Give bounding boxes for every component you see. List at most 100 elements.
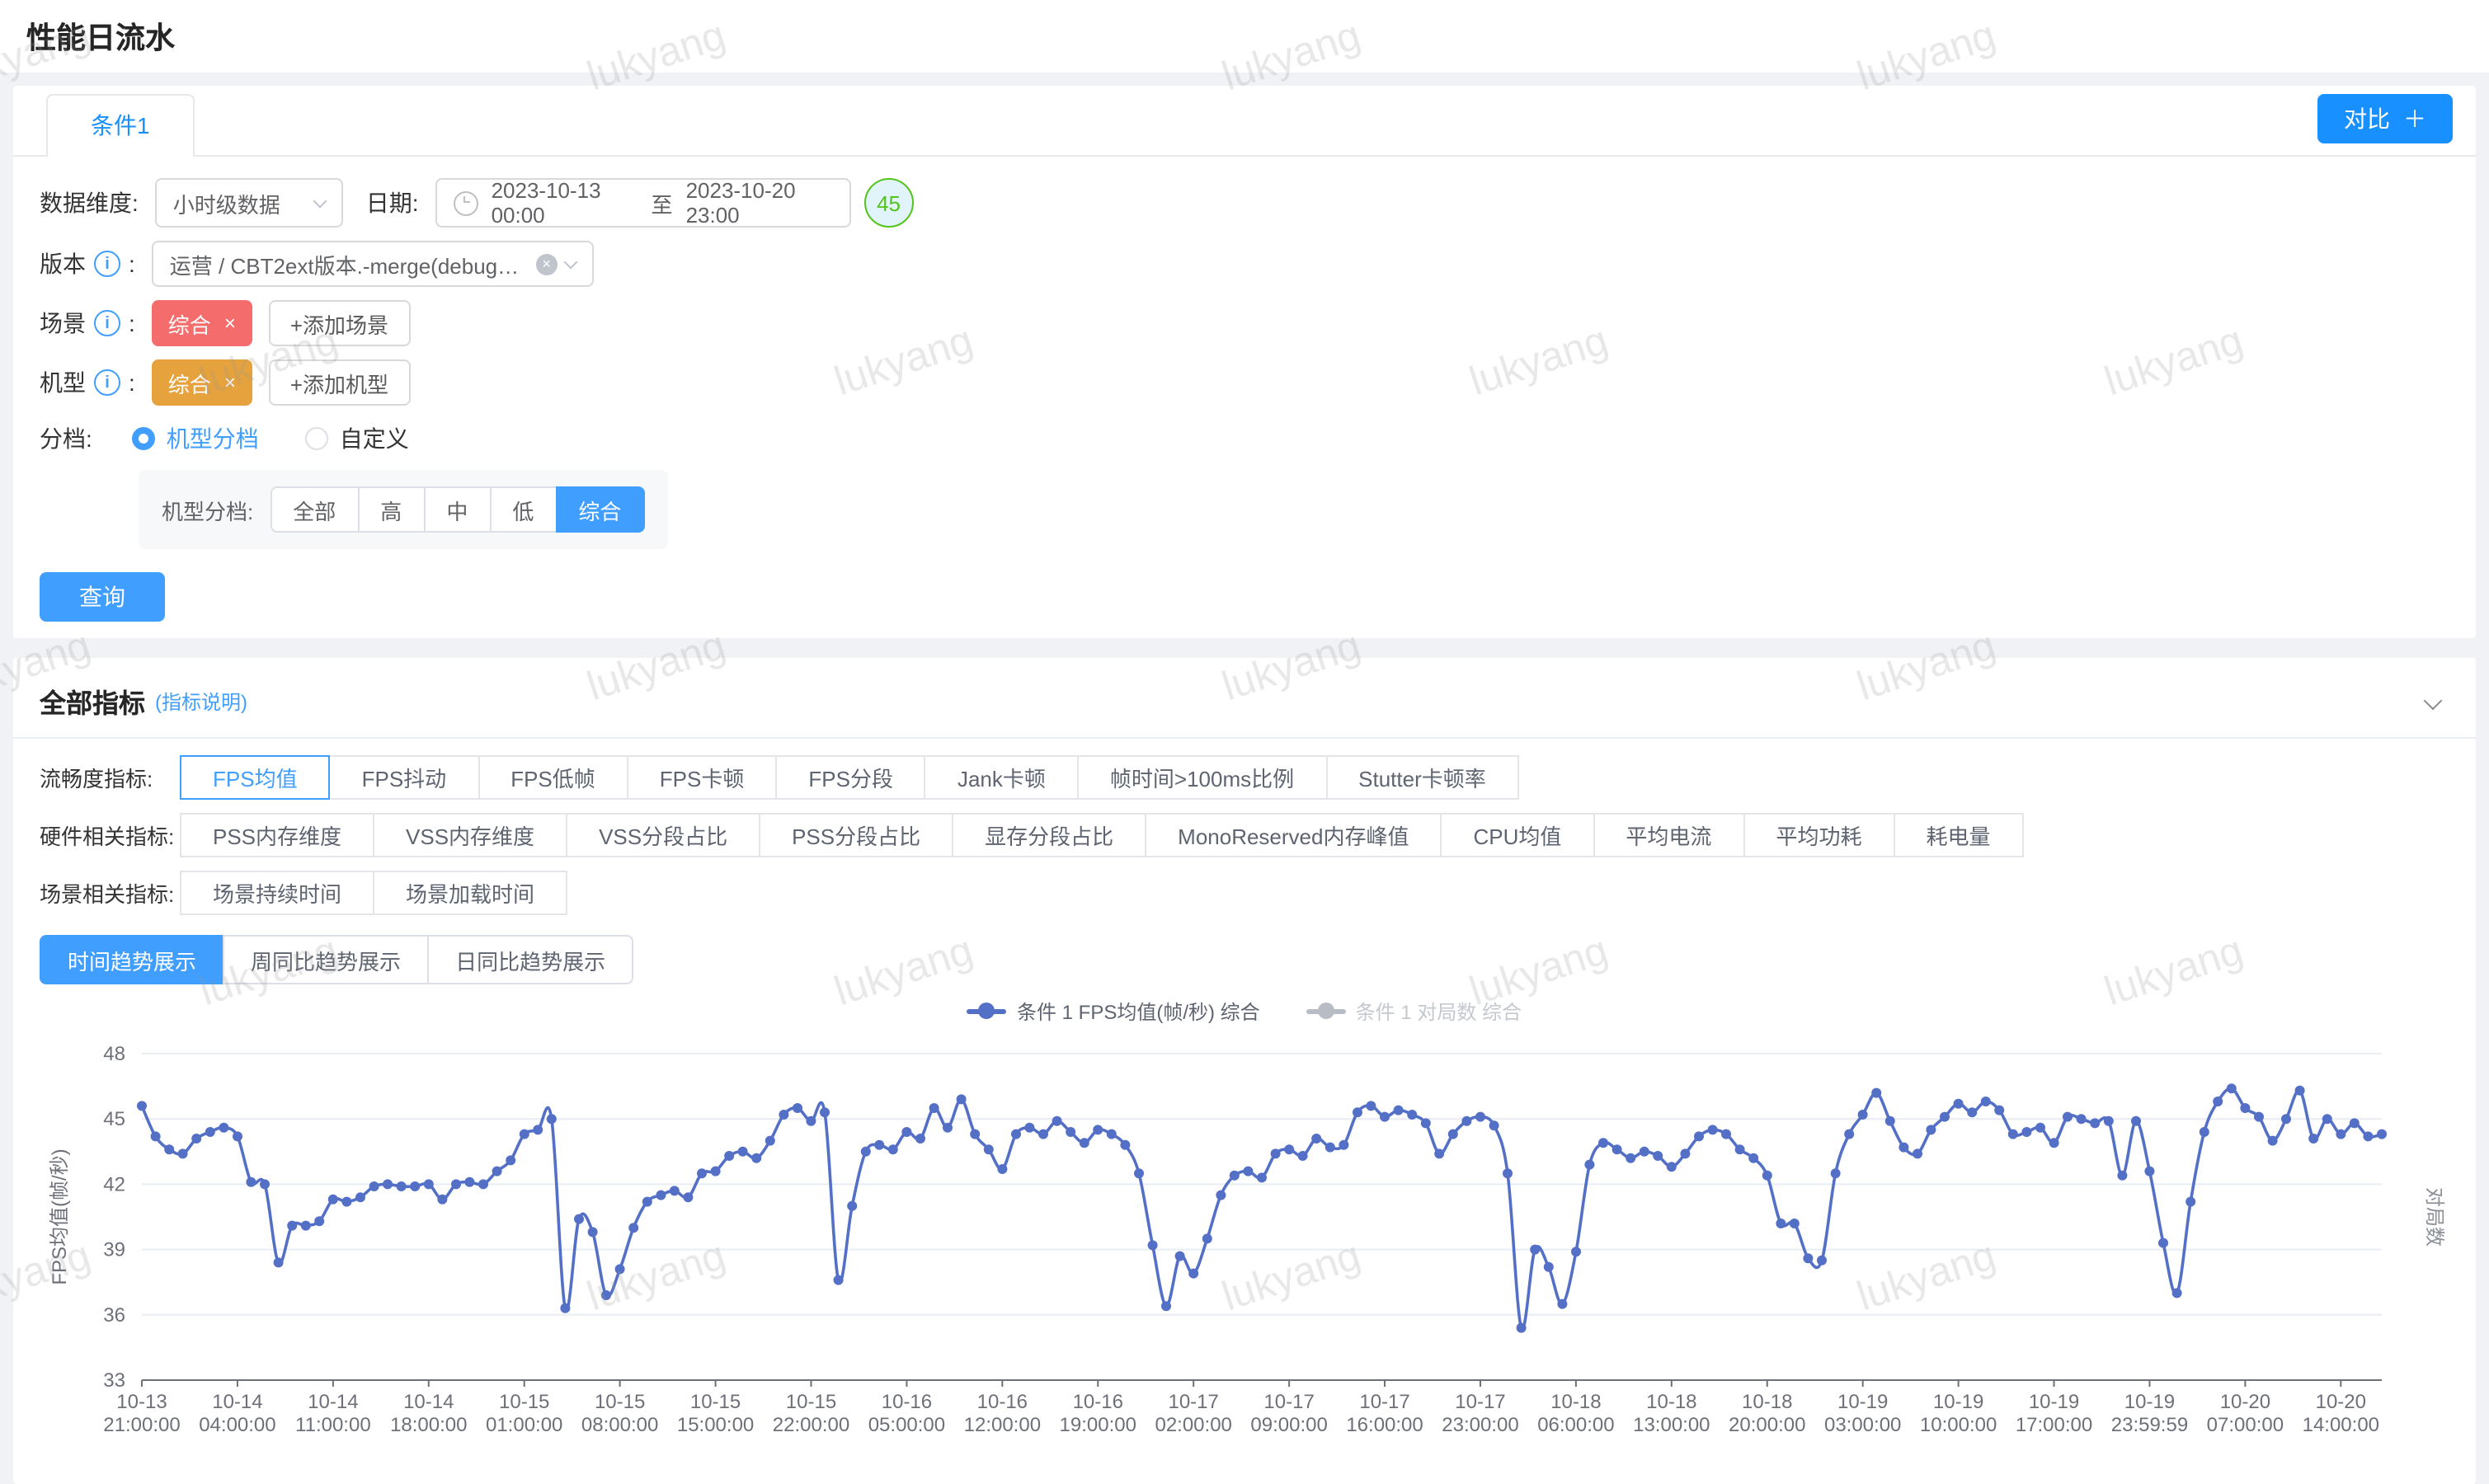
metric-row: 流畅度指标:FPS均值FPS抖动FPS低帧FPS卡顿FPS分段Jank卡顿帧时间… [40, 755, 2449, 800]
scene-tag-label: 综合 [168, 308, 211, 339]
page-title: 性能日流水 [26, 15, 175, 58]
query-button[interactable]: 查询 [40, 572, 165, 622]
metric-button[interactable]: VSS内存维度 [373, 813, 567, 857]
radio-tier-model[interactable]: 机型分档 [132, 422, 259, 455]
metric-button[interactable]: PSS内存维度 [180, 813, 374, 857]
y-axis-title-right: 对局数 [2423, 1187, 2445, 1247]
metric-button[interactable]: MonoReserved内存峰值 [1145, 813, 1442, 857]
plus-icon: ＋ [2403, 102, 2426, 135]
radio-tier-custom-label: 自定义 [340, 422, 409, 455]
condition-form: 数据维度: 小时级数据 日期: 2023-10-13 00:00 至 2023-… [13, 157, 2476, 622]
tab-condition-1[interactable]: 条件1 [46, 94, 195, 157]
metric-button[interactable]: 平均电流 [1593, 813, 1744, 857]
svg-text:48: 48 [103, 1043, 125, 1065]
metric-button[interactable]: Stutter卡顿率 [1325, 755, 1519, 800]
view-tab[interactable]: 时间趋势展示 [40, 935, 224, 984]
device-label-wrap: 机型 i : [40, 366, 135, 399]
metric-button[interactable]: PSS分段占比 [759, 813, 953, 857]
date-label: 日期: [366, 186, 419, 219]
svg-text:45: 45 [103, 1108, 125, 1130]
svg-text:10-1702:00:00: 10-1702:00:00 [1155, 1391, 1231, 1436]
tier-button-中[interactable]: 中 [423, 486, 491, 533]
metric-button[interactable]: Jank卡顿 [925, 755, 1079, 800]
y-axis-title-left: FPS均值(帧/秒) [49, 1148, 71, 1284]
view-tab[interactable]: 周同比趋势展示 [223, 935, 429, 984]
tier-button-低[interactable]: 低 [489, 486, 557, 533]
metric-button-group: FPS均值FPS抖动FPS低帧FPS卡顿FPS分段Jank卡顿帧时间>100ms… [181, 755, 1519, 800]
svg-text:10-1820:00:00: 10-1820:00:00 [1729, 1391, 1805, 1436]
svg-text:10-2007:00:00: 10-2007:00:00 [2207, 1391, 2284, 1436]
svg-text:10-1709:00:00: 10-1709:00:00 [1250, 1391, 1327, 1436]
svg-text:10-1522:00:00: 10-1522:00:00 [773, 1391, 849, 1436]
add-scene-button[interactable]: +添加场景 [269, 300, 410, 346]
svg-text:10-2014:00:00: 10-2014:00:00 [2303, 1391, 2379, 1436]
device-tag[interactable]: 综合 × [152, 359, 252, 406]
metric-button[interactable]: 耗电量 [1893, 813, 2023, 857]
dimension-value: 小时级数据 [173, 187, 280, 218]
fps-trend-chart[interactable]: 33363942454810-1321:00:0010-1404:00:0010… [40, 1031, 2449, 1471]
info-icon[interactable]: i [94, 251, 120, 277]
metric-button-group: 场景持续时间场景加载时间 [181, 871, 567, 915]
chevron-down-icon [563, 255, 577, 269]
compare-button[interactable]: 对比 ＋ [2317, 94, 2453, 143]
metric-button[interactable]: FPS卡顿 [627, 755, 778, 800]
metric-row: 场景相关指标:场景持续时间场景加载时间 [40, 871, 2449, 915]
scene-row: 场景 i : 综合 × +添加场景 [40, 298, 2449, 348]
clear-icon[interactable]: × [536, 253, 558, 275]
device-row: 机型 i : 综合 × +添加机型 [40, 358, 2449, 407]
tier-button-全部[interactable]: 全部 [270, 486, 359, 533]
info-icon[interactable]: i [94, 310, 120, 336]
page: 性能日流水 条件1 对比 ＋ 数据维度: 小时级数据 日期: 2023-10- [0, 0, 2489, 1420]
metric-button[interactable]: FPS分段 [775, 755, 926, 800]
tier-label: 分档: [40, 422, 92, 455]
metrics-help-link[interactable]: (指标说明) [155, 687, 247, 715]
metric-button[interactable]: 平均功耗 [1743, 813, 1894, 857]
metrics-header: 全部指标 (指标说明) [40, 678, 2449, 724]
metric-button[interactable]: 场景加载时间 [373, 871, 567, 915]
device-label: 机型 [40, 366, 86, 399]
metric-rows: 流畅度指标:FPS均值FPS抖动FPS低帧FPS卡顿FPS分段Jank卡顿帧时间… [40, 755, 2449, 915]
svg-text:10-1716:00:00: 10-1716:00:00 [1346, 1391, 1423, 1436]
metric-button-group: PSS内存维度VSS内存维度VSS分段占比PSS分段占比显存分段占比MonoRe… [181, 813, 2024, 857]
metric-button[interactable]: FPS低帧 [478, 755, 628, 800]
metric-button[interactable]: FPS均值 [180, 755, 331, 800]
radio-tier-custom[interactable]: 自定义 [305, 422, 409, 455]
version-label: 版本 [40, 247, 86, 280]
metric-button[interactable]: VSS分段占比 [566, 813, 760, 857]
legend-item-fps[interactable]: 条件 1 FPS均值(帧/秒) 综合 [967, 997, 1260, 1025]
scene-colon: : [129, 310, 135, 336]
svg-text:10-1404:00:00: 10-1404:00:00 [199, 1391, 275, 1436]
svg-text:10-1903:00:00: 10-1903:00:00 [1824, 1391, 1901, 1436]
tier-segmented-control: 全部高中低综合 [270, 486, 644, 533]
version-colon: : [129, 251, 135, 277]
date-end-value: 2023-10-20 23:00 [686, 178, 833, 228]
info-icon[interactable]: i [94, 369, 120, 396]
clock-icon [454, 190, 478, 215]
metric-button[interactable]: 场景持续时间 [180, 871, 374, 915]
radio-off-icon [305, 427, 328, 450]
close-icon[interactable]: × [224, 371, 236, 394]
close-icon[interactable]: × [224, 312, 236, 335]
tier-button-综合[interactable]: 综合 [555, 486, 644, 533]
dimension-select[interactable]: 小时级数据 [155, 178, 343, 228]
date-count-badge: 45 [864, 178, 914, 228]
metric-button[interactable]: FPS抖动 [329, 755, 480, 800]
metric-button[interactable]: 显存分段占比 [952, 813, 1146, 857]
tier-button-高[interactable]: 高 [357, 486, 425, 533]
version-select[interactable]: 运营 / CBT2ext版本.-merge(debug|dev|shipping… [152, 241, 594, 287]
radio-on-icon [132, 427, 155, 450]
svg-text:10-1612:00:00: 10-1612:00:00 [964, 1391, 1041, 1436]
top-header: 性能日流水 [0, 0, 2489, 73]
metric-row-label: 流畅度指标: [40, 762, 181, 793]
svg-text:10-1501:00:00: 10-1501:00:00 [486, 1391, 562, 1436]
svg-text:10-1806:00:00: 10-1806:00:00 [1537, 1391, 1614, 1436]
date-range-picker[interactable]: 2023-10-13 00:00 至 2023-10-20 23:00 [435, 178, 851, 228]
scene-tag[interactable]: 综合 × [152, 300, 252, 346]
view-tab[interactable]: 日同比趋势展示 [427, 935, 633, 984]
svg-text:39: 39 [103, 1239, 125, 1261]
add-device-button[interactable]: +添加机型 [269, 359, 410, 406]
collapse-chevron-icon[interactable] [2426, 686, 2440, 716]
metric-button[interactable]: CPU均值 [1441, 813, 1595, 857]
legend-item-matches[interactable]: 条件 1 对局数 综合 [1306, 997, 1522, 1025]
metric-button[interactable]: 帧时间>100ms比例 [1077, 755, 1327, 800]
